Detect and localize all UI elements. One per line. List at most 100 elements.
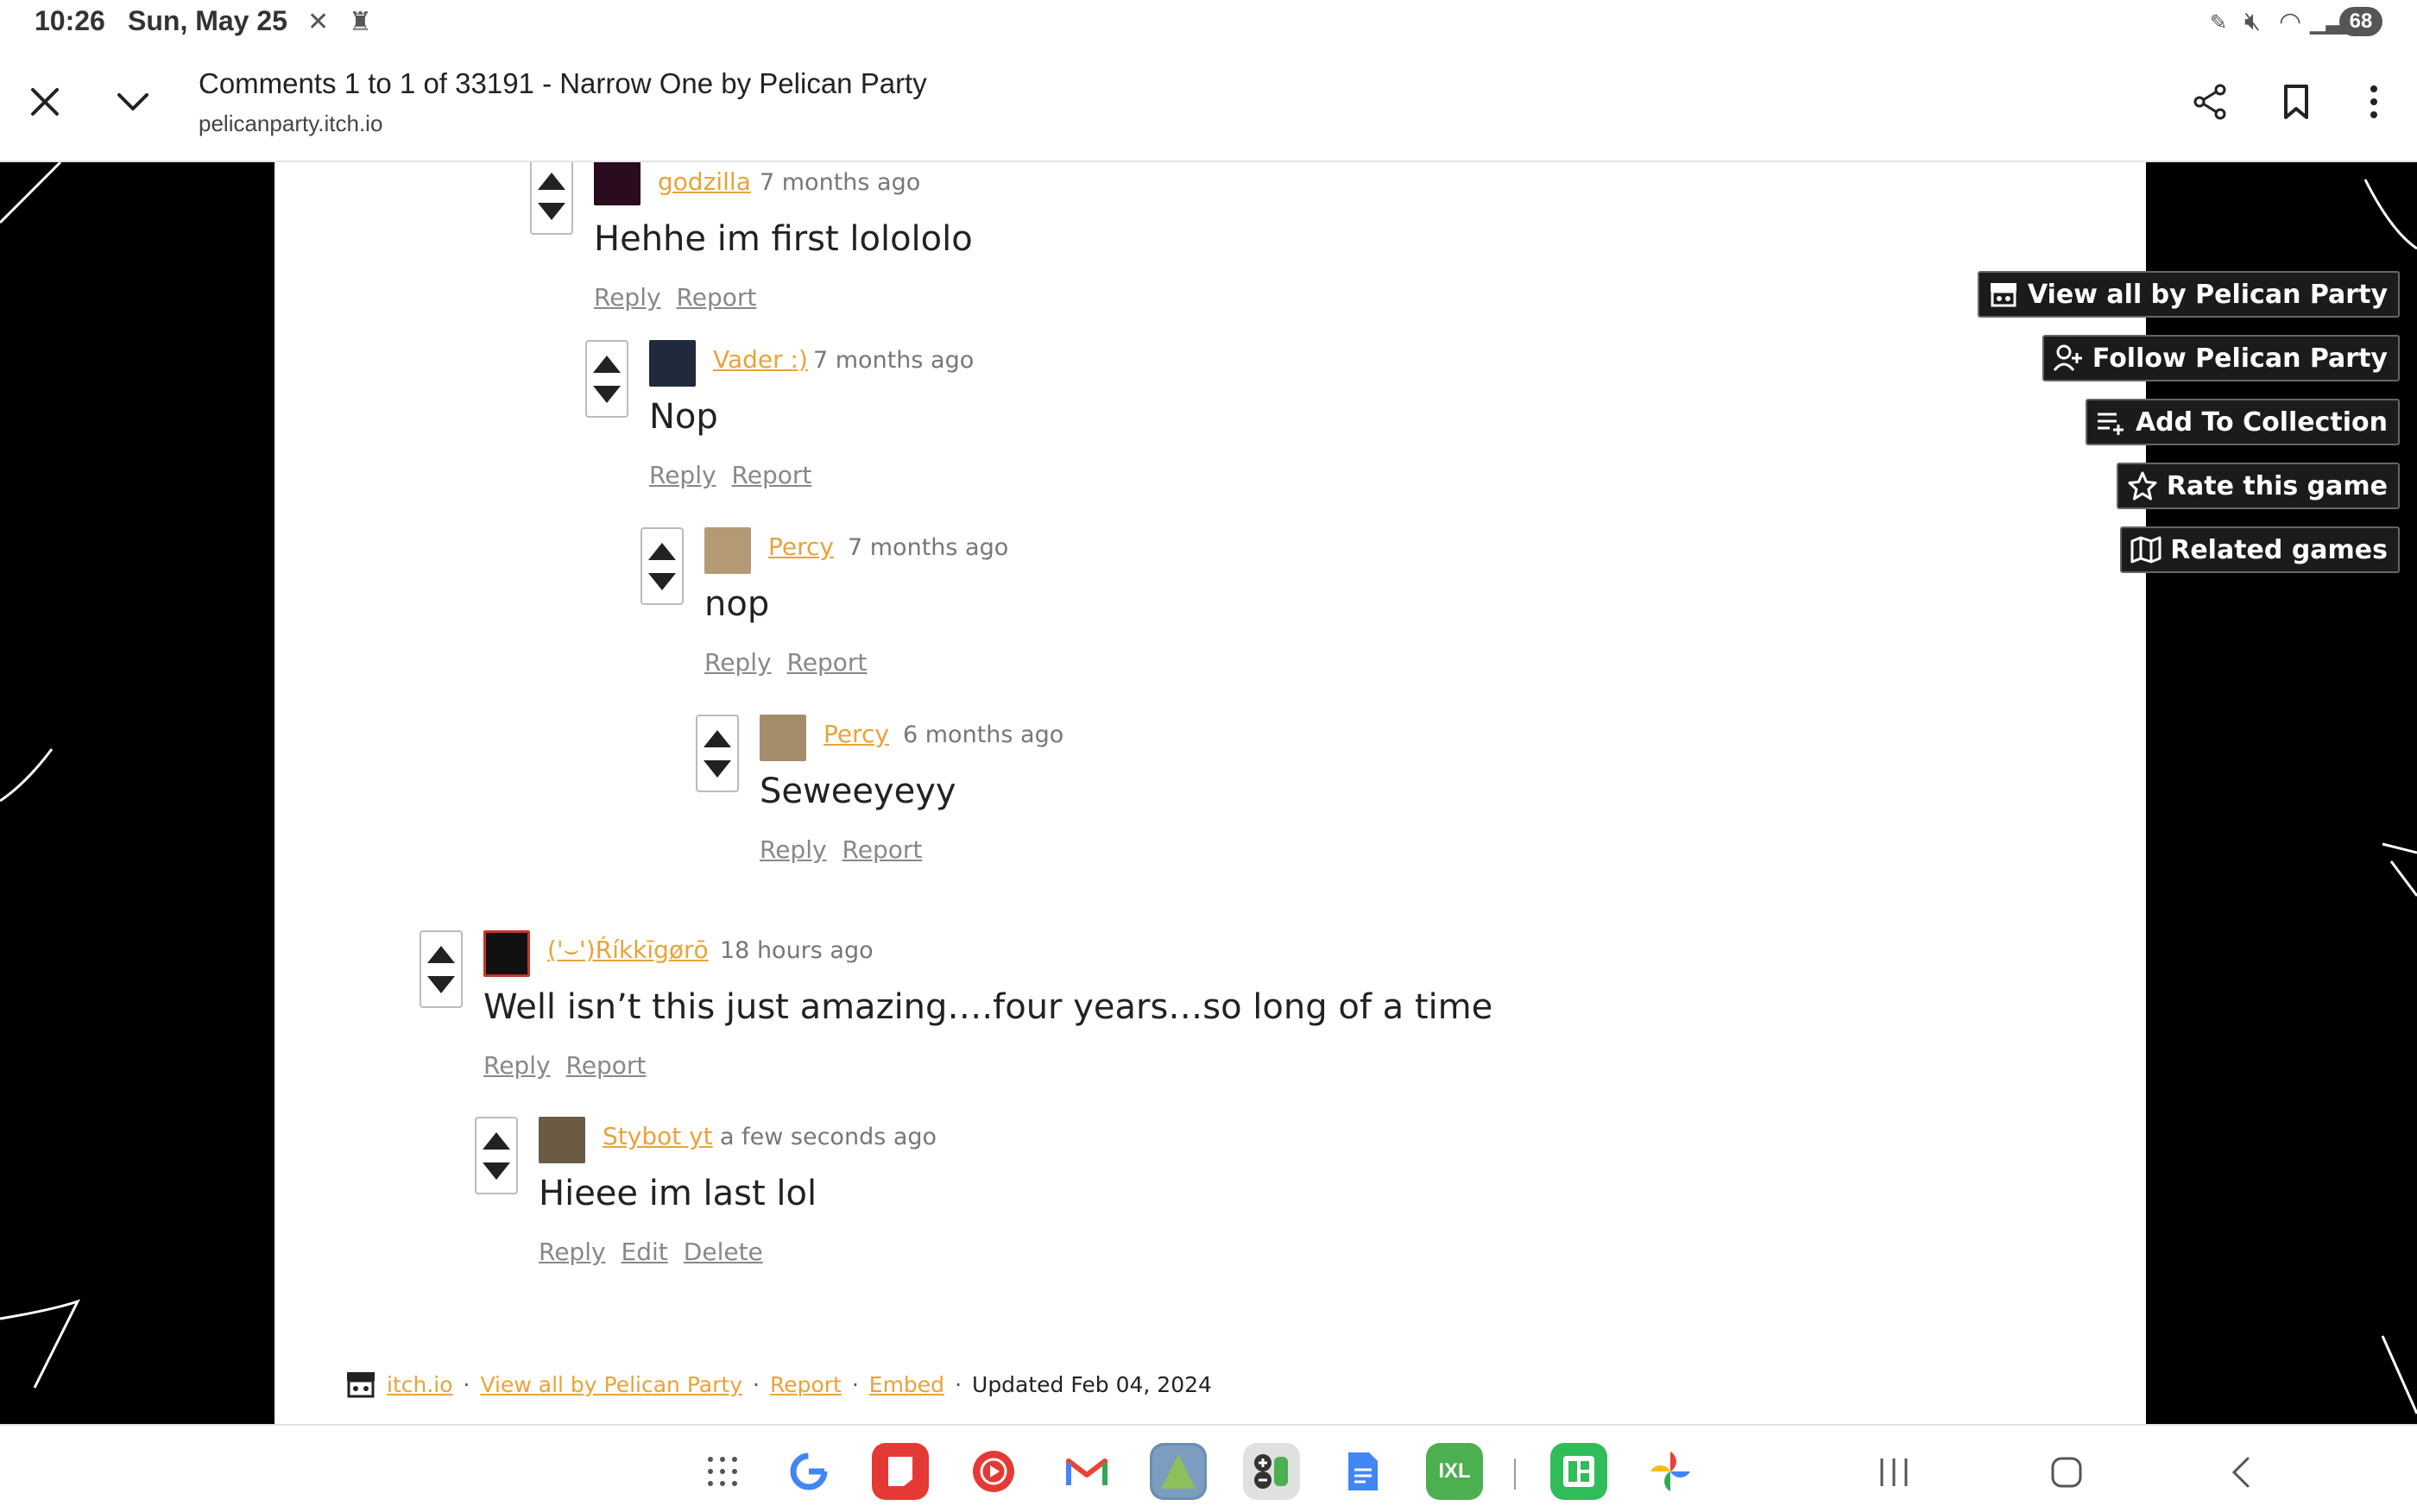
- upvote-icon[interactable]: [538, 172, 565, 190]
- view-all-button[interactable]: View all by Pelican Party: [1977, 271, 2400, 318]
- report-link[interactable]: Report: [677, 283, 757, 312]
- chevron-down-icon[interactable]: [105, 74, 161, 129]
- follow-button[interactable]: Follow Pelican Party: [2042, 335, 2400, 381]
- comment-author[interactable]: Percy: [824, 720, 889, 748]
- share-icon[interactable]: [2182, 74, 2237, 129]
- reply-link[interactable]: Reply: [594, 283, 661, 312]
- upvote-icon[interactable]: [593, 355, 621, 373]
- comment-actions: Reply Report: [649, 461, 827, 489]
- wifi-icon: ◠: [2279, 8, 2302, 36]
- reply-link[interactable]: Reply: [760, 835, 827, 864]
- vote-buttons: [641, 527, 684, 605]
- page-title: Comments 1 to 1 of 33191 - Narrow One by…: [199, 67, 927, 99]
- comment-author[interactable]: Percy: [768, 532, 834, 561]
- photos-icon[interactable]: [1642, 1443, 1699, 1500]
- tools-icon: ✕: [307, 8, 330, 36]
- keyhole-icon: ♜: [349, 8, 372, 36]
- game-app-icon[interactable]: [1150, 1443, 1207, 1500]
- comment-time: 7 months ago: [848, 534, 1009, 561]
- reply-link[interactable]: Reply: [539, 1238, 606, 1266]
- vote-buttons: [696, 715, 739, 792]
- comment-time: 18 hours ago: [720, 937, 874, 964]
- classroom-app-icon[interactable]: [1550, 1443, 1607, 1500]
- report-link[interactable]: Report: [787, 648, 868, 677]
- comment-body: Seweeyeyy: [760, 772, 956, 811]
- back-icon[interactable]: [2215, 1446, 2267, 1498]
- embed-link[interactable]: Embed: [869, 1372, 944, 1397]
- playlist-add-icon: [2096, 406, 2127, 438]
- avatar[interactable]: [704, 527, 751, 574]
- reply-link[interactable]: Reply: [704, 648, 772, 677]
- follow-label: Follow Pelican Party: [2092, 343, 2388, 374]
- google-app-icon[interactable]: [780, 1443, 837, 1500]
- related-games-button[interactable]: Related games: [2120, 526, 2400, 573]
- downvote-icon[interactable]: [427, 975, 455, 993]
- downvote-icon[interactable]: [704, 759, 731, 778]
- itchio-icon: [1988, 279, 2019, 310]
- ixl-icon[interactable]: IXL: [1426, 1443, 1483, 1500]
- recent-apps-icon[interactable]: [1868, 1446, 1920, 1498]
- vote-buttons: [475, 1117, 518, 1194]
- avatar[interactable]: [594, 162, 641, 205]
- footer-separator: ·: [463, 1371, 470, 1397]
- downvote-icon[interactable]: [538, 202, 565, 220]
- close-icon[interactable]: [17, 74, 73, 129]
- downvote-icon[interactable]: [648, 572, 676, 590]
- avatar[interactable]: [649, 340, 696, 387]
- upvote-icon[interactable]: [483, 1131, 510, 1150]
- mute-icon: 🔇︎: [2244, 7, 2261, 35]
- comment-actions: Reply Report: [483, 1051, 661, 1080]
- more-options-icon[interactable]: [2346, 74, 2401, 129]
- downvote-icon[interactable]: [483, 1162, 510, 1180]
- add-to-collection-label: Add To Collection: [2135, 406, 2388, 438]
- edit-link[interactable]: Edit: [622, 1238, 668, 1266]
- reply-link[interactable]: Reply: [483, 1051, 551, 1080]
- map-icon: [2130, 534, 2161, 565]
- report-link[interactable]: Report: [770, 1372, 842, 1397]
- footer-separator: ·: [955, 1371, 962, 1397]
- comment-time: 6 months ago: [903, 721, 1064, 748]
- avatar[interactable]: [760, 715, 806, 761]
- reply-link[interactable]: Reply: [649, 461, 716, 489]
- delete-link[interactable]: Delete: [684, 1238, 763, 1266]
- calculator-icon[interactable]: [1243, 1443, 1300, 1500]
- report-link[interactable]: Report: [842, 835, 923, 864]
- report-link[interactable]: Report: [566, 1051, 647, 1080]
- avatar[interactable]: [539, 1117, 585, 1163]
- status-time: 10:26: [35, 5, 105, 36]
- avatar[interactable]: [483, 930, 530, 977]
- pen-icon: ✎: [2210, 11, 2228, 35]
- page-footer: itch.io · View all by Pelican Party · Re…: [345, 1370, 1212, 1398]
- page-content: godzilla 7 months ago Hehhe im first lol…: [0, 162, 2417, 1424]
- music-app-icon[interactable]: [965, 1443, 1022, 1500]
- footer-separator: ·: [851, 1371, 859, 1397]
- comment-time: 7 months ago: [760, 169, 921, 196]
- upvote-icon[interactable]: [648, 542, 676, 560]
- gmail-icon[interactable]: [1058, 1443, 1115, 1500]
- comment-author[interactable]: Vader :): [713, 345, 808, 374]
- app-drawer-icon[interactable]: [694, 1443, 751, 1500]
- comment-body: Hehhe im first lolololo: [594, 219, 973, 259]
- comment-actions: Reply Report: [760, 835, 937, 864]
- docs-icon[interactable]: [1335, 1443, 1392, 1500]
- itchio-link[interactable]: itch.io: [387, 1372, 453, 1397]
- downvote-icon[interactable]: [593, 385, 621, 403]
- comment-author[interactable]: godzilla: [658, 167, 751, 196]
- page-url: pelicanparty.itch.io: [199, 110, 383, 136]
- notes-app-icon[interactable]: [872, 1443, 929, 1500]
- browser-toolbar: Comments 1 to 1 of 33191 - Narrow One by…: [0, 48, 2417, 162]
- comment-author[interactable]: Stybot yt: [603, 1122, 713, 1150]
- dock-bar: IXL: [0, 1424, 2417, 1512]
- add-to-collection-button[interactable]: Add To Collection: [2085, 399, 2400, 445]
- report-link[interactable]: Report: [732, 461, 812, 489]
- comment-author[interactable]: ('⌣')Ŕíkkīgørō: [547, 936, 709, 965]
- itchio-logo-icon: [345, 1370, 376, 1398]
- view-all-link[interactable]: View all by Pelican Party: [480, 1372, 742, 1397]
- upvote-icon[interactable]: [427, 945, 455, 963]
- home-icon[interactable]: [2041, 1446, 2092, 1498]
- upvote-icon[interactable]: [704, 729, 731, 747]
- star-icon: [2127, 470, 2158, 501]
- add-user-icon: [2053, 343, 2084, 374]
- rate-game-button[interactable]: Rate this game: [2116, 463, 2400, 509]
- bookmark-icon[interactable]: [2269, 74, 2324, 129]
